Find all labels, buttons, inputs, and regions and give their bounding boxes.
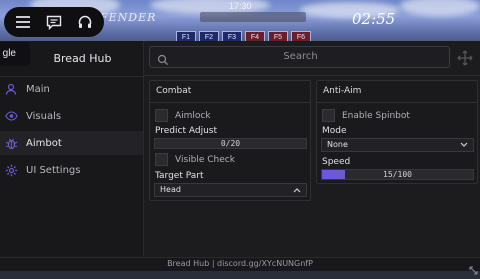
search-input[interactable]: Search xyxy=(149,46,450,68)
aimlock-checkbox[interactable] xyxy=(155,109,168,122)
header: Search xyxy=(143,41,480,76)
speed-slider[interactable]: 15/100 xyxy=(321,169,474,180)
divider xyxy=(317,102,477,103)
panel-title: Combat xyxy=(156,86,192,96)
move-icon[interactable] xyxy=(457,50,473,70)
chevron-up-icon xyxy=(293,186,301,195)
panel-title: Anti-Aim xyxy=(323,86,362,96)
sidebar-item-label: Visuals xyxy=(26,110,62,122)
sidebar-item-label: Main xyxy=(26,83,50,95)
headset-icon[interactable] xyxy=(74,11,96,33)
sidebar-item-ui-settings[interactable]: UI Settings xyxy=(0,158,143,182)
game-title: FENDER xyxy=(100,11,157,24)
game-banner xyxy=(200,12,306,22)
speed-label: Speed xyxy=(322,157,351,167)
footer: Bread Hub | discord.gg/XYcNUNGnfP xyxy=(0,257,480,275)
visible-check-label: Visible Check xyxy=(175,154,235,165)
spinbot-toggle[interactable]: Enable Spinbot xyxy=(322,109,410,122)
dropdown-value: None xyxy=(327,140,348,149)
slider-value: 0/20 xyxy=(220,139,241,148)
bread-hub-window: Bread Hub Main Visuals Aimbot UI Setting… xyxy=(0,41,480,275)
mode-label: Mode xyxy=(322,126,347,136)
chevron-down-icon xyxy=(460,141,468,150)
gear-icon xyxy=(4,163,18,177)
target-part-dropdown[interactable]: Head xyxy=(154,183,307,197)
search-placeholder: Search xyxy=(283,51,318,62)
spinbot-label: Enable Spinbot xyxy=(342,110,410,121)
spinbot-checkbox[interactable] xyxy=(322,109,335,122)
predict-adjust-label: Predict Adjust xyxy=(155,126,217,136)
anti-aim-panel: Anti-Aim Enable Spinbot Mode None Speed … xyxy=(316,80,478,184)
visible-check-checkbox[interactable] xyxy=(155,153,168,166)
visible-check-toggle[interactable]: Visible Check xyxy=(155,153,235,166)
footer-text: Bread Hub | discord.gg/XYcNUNGnfP xyxy=(167,259,313,268)
predict-adjust-slider[interactable]: 0/20 xyxy=(154,138,307,149)
top-toolbar xyxy=(4,7,104,37)
sidebar-item-main[interactable]: Main xyxy=(0,77,143,101)
sidebar-item-visuals[interactable]: Visuals xyxy=(0,104,143,128)
side-tab[interactable]: gle xyxy=(0,42,30,66)
dropdown-value: Head xyxy=(160,185,181,194)
mode-dropdown[interactable]: None xyxy=(321,138,474,152)
sidebar-item-label: Aimbot xyxy=(26,137,62,149)
sidebar-item-aimbot[interactable]: Aimbot xyxy=(0,131,143,155)
divider xyxy=(150,102,310,103)
chat-icon[interactable] xyxy=(43,11,65,33)
slider-value: 15/100 xyxy=(383,170,412,179)
target-part-label: Target Part xyxy=(155,171,204,181)
user-icon xyxy=(4,82,18,96)
sidebar: Bread Hub Main Visuals Aimbot UI Setting… xyxy=(0,41,144,256)
sidebar-item-label: UI Settings xyxy=(26,164,81,176)
eye-icon xyxy=(4,109,18,123)
status-time: 17:30 xyxy=(229,1,252,11)
combat-panel: Combat Aimlock Predict Adjust 0/20 Visib… xyxy=(149,80,311,201)
aimlock-label: Aimlock xyxy=(175,110,211,121)
aimlock-toggle[interactable]: Aimlock xyxy=(155,109,211,122)
menu-icon[interactable] xyxy=(12,11,34,33)
game-clock: 02:55 xyxy=(352,10,396,28)
bug-icon xyxy=(4,136,18,150)
